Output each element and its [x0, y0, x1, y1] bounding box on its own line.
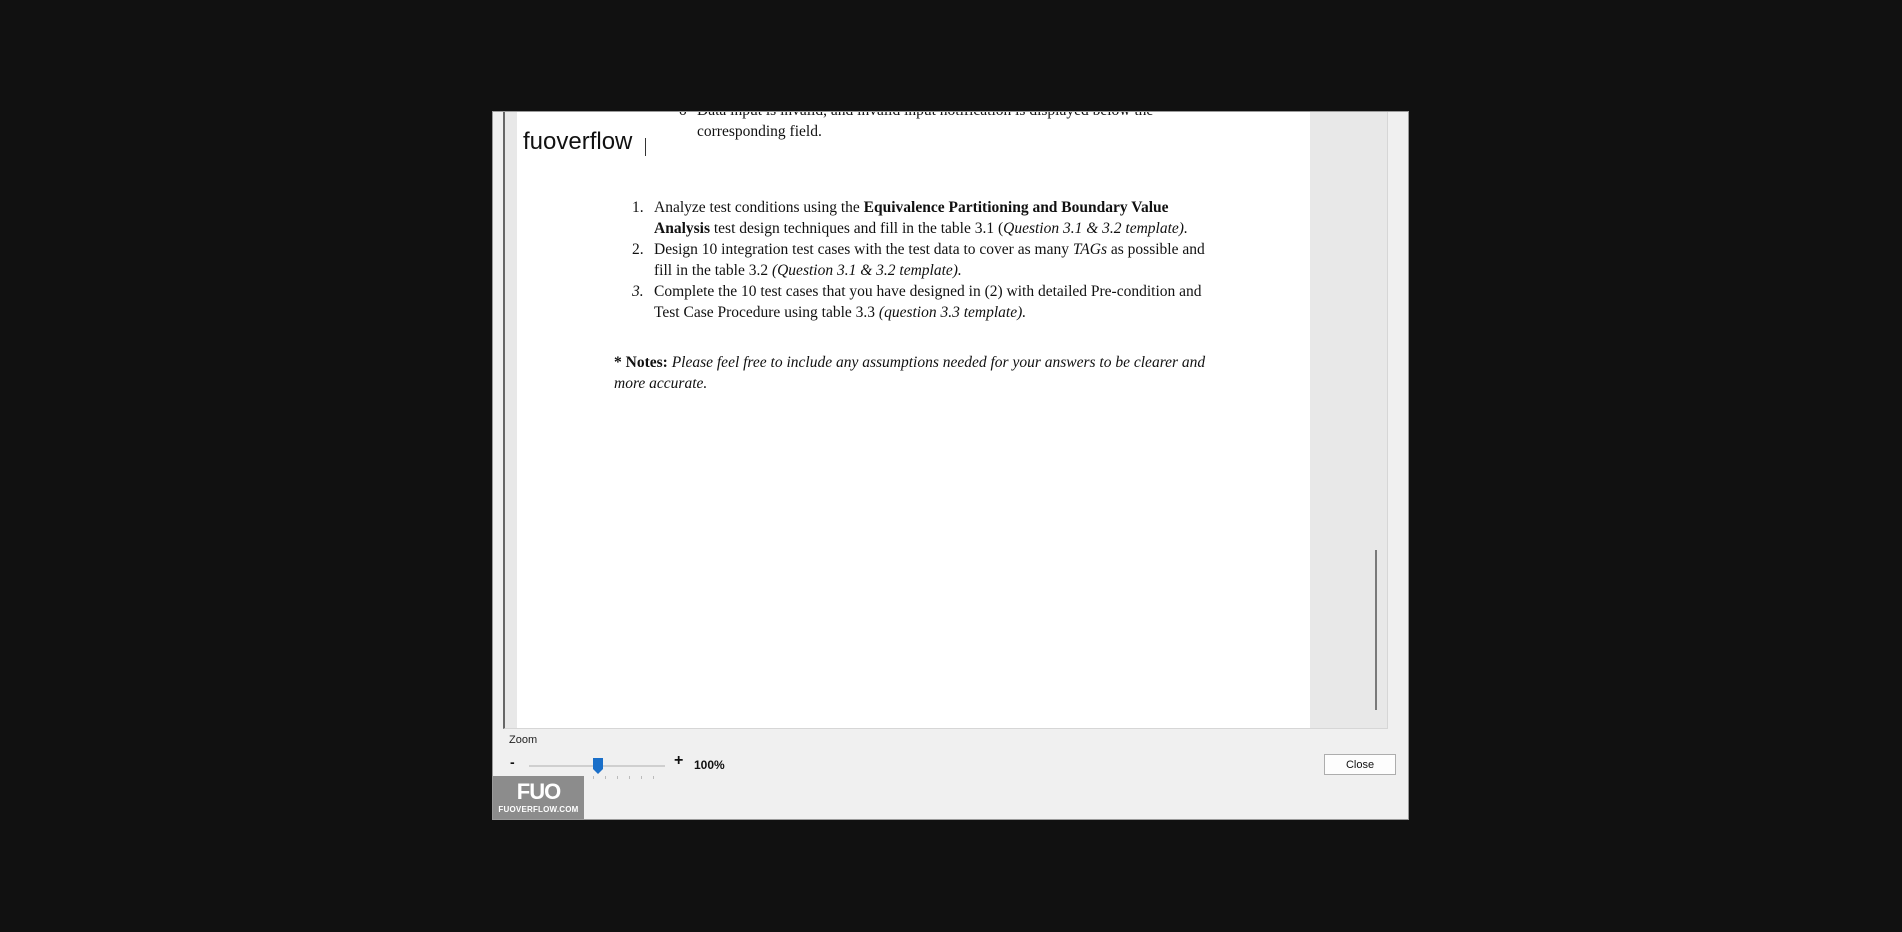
- task-number: 1.: [632, 199, 644, 216]
- task-item-1: 1. Analyze test conditions using the Equ…: [632, 197, 1212, 239]
- document-page: o Data input is invalid, and invalid inp…: [517, 112, 1310, 728]
- task-text: Analyze test conditions using the: [654, 199, 864, 216]
- task-text: Design 10 integration test cases with th…: [654, 241, 1073, 258]
- cut-off-text-line-2: corresponding field.: [697, 123, 822, 140]
- notes-text: Please feel free to include any assumpti…: [614, 354, 1206, 392]
- zoom-in-button[interactable]: +: [674, 752, 683, 770]
- logo-site-name: FUOVERFLOW.COM: [498, 805, 579, 814]
- logo-mark: FUO: [516, 779, 561, 804]
- zoom-slider-thumb[interactable]: [593, 758, 603, 774]
- cut-off-text-line: Data input is invalid, and invalid input…: [697, 112, 1153, 121]
- vertical-scrollbar[interactable]: [1370, 112, 1382, 728]
- notes-paragraph: * Notes: Please feel free to include any…: [614, 352, 1214, 394]
- task-list: 1. Analyze test conditions using the Equ…: [632, 197, 1212, 323]
- document-preview-window: o Data input is invalid, and invalid inp…: [492, 111, 1409, 820]
- slider-thumb-shape: [593, 758, 603, 774]
- zoom-out-button[interactable]: -: [510, 754, 515, 770]
- site-logo: FUO FUOVERFLOW.COM: [493, 776, 584, 819]
- task-italic-text: (Question 3.1 & 3.2 template).: [771, 262, 962, 279]
- task-item-2: 2. Design 10 integration test cases with…: [632, 239, 1212, 281]
- task-italic-text: (question 3.3 template).: [878, 304, 1027, 321]
- zoom-slider-ticks: [593, 776, 663, 779]
- task-italic-text: Question 3.1 & 3.2 template).: [1003, 220, 1188, 237]
- zoom-label: Zoom: [509, 734, 538, 746]
- bullet-marker: o: [679, 112, 687, 121]
- task-italic-text: TAGs: [1072, 241, 1107, 258]
- watermark-text: fuoverflow: [519, 128, 637, 156]
- task-number: 3.: [632, 283, 644, 300]
- task-text: test design techniques and fill in the t…: [710, 220, 1004, 237]
- close-button[interactable]: Close: [1324, 754, 1396, 775]
- task-number: 2.: [632, 241, 644, 258]
- document-viewer[interactable]: o Data input is invalid, and invalid inp…: [503, 112, 1388, 729]
- scrollbar-thumb[interactable]: [1375, 550, 1377, 710]
- zoom-value: 100%: [694, 758, 725, 772]
- text-caret: [645, 138, 646, 156]
- notes-label: * Notes:: [614, 354, 668, 371]
- task-item-3: 3. Complete the 10 test cases that you h…: [632, 281, 1212, 323]
